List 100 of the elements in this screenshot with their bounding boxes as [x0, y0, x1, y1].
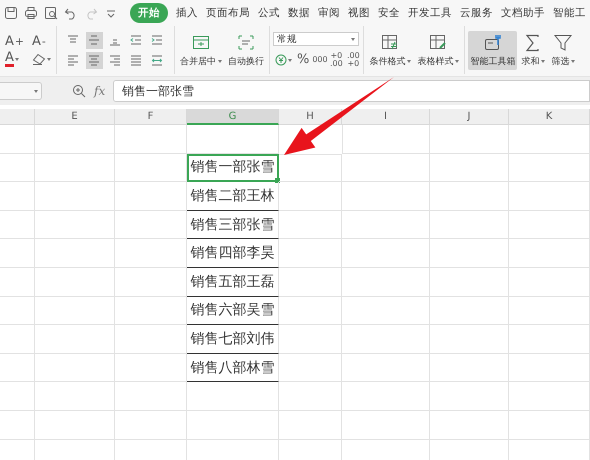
sheet-cell[interactable] — [279, 296, 342, 326]
sheet-cell[interactable] — [342, 354, 430, 382]
number-format-dropdown[interactable]: 常规 — [272, 32, 359, 46]
table-cell[interactable]: 销售六部吴雪 — [187, 296, 279, 326]
sheet-cell[interactable] — [342, 239, 430, 268]
sheet-cell[interactable] — [35, 354, 115, 382]
table-cell[interactable]: 销售三部张雪 — [187, 210, 279, 240]
number-format-button[interactable]: .00 +0 — [346, 52, 360, 68]
sheet-cell[interactable] — [115, 410, 187, 440]
number-format-button[interactable]: 000 — [312, 56, 326, 64]
sheet-cell[interactable] — [115, 354, 187, 382]
print-preview-icon[interactable] — [44, 6, 58, 20]
sheet-cell[interactable] — [115, 296, 187, 326]
sheet-cell[interactable] — [430, 296, 509, 326]
sheet-cell[interactable] — [430, 382, 509, 411]
sheet-cell[interactable] — [35, 125, 115, 154]
sheet-cell[interactable] — [342, 410, 430, 440]
ribbon-button[interactable]: 求和 — [519, 30, 548, 70]
ribbon-tab[interactable]: 插入 — [176, 4, 198, 22]
function-label[interactable]: fx — [94, 84, 106, 98]
sheet-cell[interactable] — [342, 382, 430, 411]
sheet-cell[interactable] — [342, 125, 430, 154]
column-header[interactable]: I — [342, 109, 430, 125]
ribbon-tab[interactable]: 数据 — [288, 4, 310, 22]
sheet-cell[interactable] — [0, 125, 35, 154]
sheet-cell[interactable] — [115, 182, 187, 211]
sheet-cell[interactable] — [342, 268, 430, 297]
sheet-cell[interactable] — [187, 125, 279, 154]
save-icon[interactable] — [4, 6, 18, 20]
ribbon-button[interactable]: 条件格式 — [367, 30, 414, 70]
sheet-cell[interactable] — [430, 125, 509, 154]
sheet-cell[interactable] — [509, 410, 590, 440]
sheet-cell[interactable] — [342, 182, 430, 211]
sheet-cell[interactable] — [0, 210, 35, 240]
sheet-cell[interactable] — [509, 354, 590, 382]
sheet-cell[interactable] — [342, 325, 430, 354]
ribbon-tab[interactable]: 文档助手 — [501, 4, 545, 22]
sheet-cell[interactable] — [279, 182, 342, 211]
sheet-cell[interactable] — [279, 268, 342, 297]
sheet-cell[interactable] — [115, 239, 187, 268]
sheet-cell[interactable] — [279, 210, 342, 240]
sheet-cell[interactable] — [0, 296, 35, 326]
sheet-cell[interactable] — [430, 154, 509, 182]
ribbon-tab[interactable]: 公式 — [258, 4, 280, 22]
sheet-cell[interactable] — [430, 410, 509, 440]
sheet-cell[interactable] — [279, 325, 342, 354]
sheet-cell[interactable] — [430, 354, 509, 382]
ribbon-button[interactable]: 合并居中 — [178, 30, 224, 70]
formula-field[interactable]: 销售一部张雪 — [113, 80, 590, 102]
column-header[interactable]: H — [279, 109, 342, 125]
sheet-cell[interactable] — [115, 125, 187, 154]
sheet-cell[interactable] — [35, 268, 115, 297]
ribbon-tab[interactable]: 云服务 — [460, 4, 493, 22]
sheet-cell[interactable] — [115, 325, 187, 354]
sheet-cell[interactable] — [279, 154, 342, 182]
sheet-cell[interactable] — [115, 210, 187, 240]
sheet-cell[interactable] — [279, 239, 342, 268]
sheet-cell[interactable] — [509, 125, 590, 154]
table-cell[interactable]: 销售七部刘伟 — [187, 325, 279, 354]
sheet-cell[interactable] — [115, 154, 187, 182]
table-cell[interactable]: 销售一部张雪 — [187, 154, 279, 182]
sheet-cell[interactable] — [279, 354, 342, 382]
sheet-cell[interactable] — [342, 154, 430, 182]
sheet-cell[interactable] — [509, 382, 590, 411]
sheet-cell[interactable] — [509, 268, 590, 297]
sheet-cell[interactable] — [0, 154, 35, 182]
sheet-cell[interactable] — [0, 182, 35, 211]
sheet-cell[interactable] — [35, 325, 115, 354]
column-header[interactable]: J — [430, 109, 509, 125]
sheet-cell[interactable] — [187, 410, 279, 440]
sheet-cell[interactable] — [509, 239, 590, 268]
column-header[interactable]: K — [509, 109, 590, 125]
ribbon-button[interactable]: 表格样式 — [415, 30, 462, 70]
zoom-icon[interactable] — [72, 84, 86, 98]
ribbon-button[interactable]: 自动换行 — [226, 30, 266, 70]
ribbon-tab[interactable]: 安全 — [378, 4, 400, 22]
sheet-cell[interactable] — [430, 325, 509, 354]
sheet-cell[interactable] — [509, 210, 590, 240]
ribbon-tab[interactable]: 页面布局 — [206, 4, 250, 22]
sheet-cell[interactable] — [342, 296, 430, 326]
column-header[interactable]: E — [35, 109, 115, 125]
fill-handle[interactable] — [275, 178, 280, 184]
sheet-cell[interactable] — [0, 382, 35, 411]
sheet-cell[interactable] — [279, 410, 342, 440]
font-color-button[interactable]: A — [3, 52, 26, 66]
ribbon-tab[interactable]: 开发工具 — [408, 4, 452, 22]
sheet-cell[interactable] — [0, 354, 35, 382]
sheet-cell[interactable] — [509, 325, 590, 354]
sheet-cell[interactable] — [115, 268, 187, 297]
currency-format-button[interactable] — [272, 54, 294, 66]
sheet-cell[interactable] — [279, 382, 342, 411]
column-header[interactable]: F — [115, 109, 187, 125]
sheet-cell[interactable] — [35, 210, 115, 240]
sheet-cell[interactable] — [35, 410, 115, 440]
sheet-cell[interactable] — [509, 182, 590, 211]
sheet-cell[interactable] — [35, 296, 115, 326]
ribbon-tab[interactable]: 审阅 — [318, 4, 340, 22]
sheet-cell[interactable] — [509, 296, 590, 326]
sheet-cell[interactable] — [0, 268, 35, 297]
alignment-button[interactable] — [86, 52, 103, 68]
